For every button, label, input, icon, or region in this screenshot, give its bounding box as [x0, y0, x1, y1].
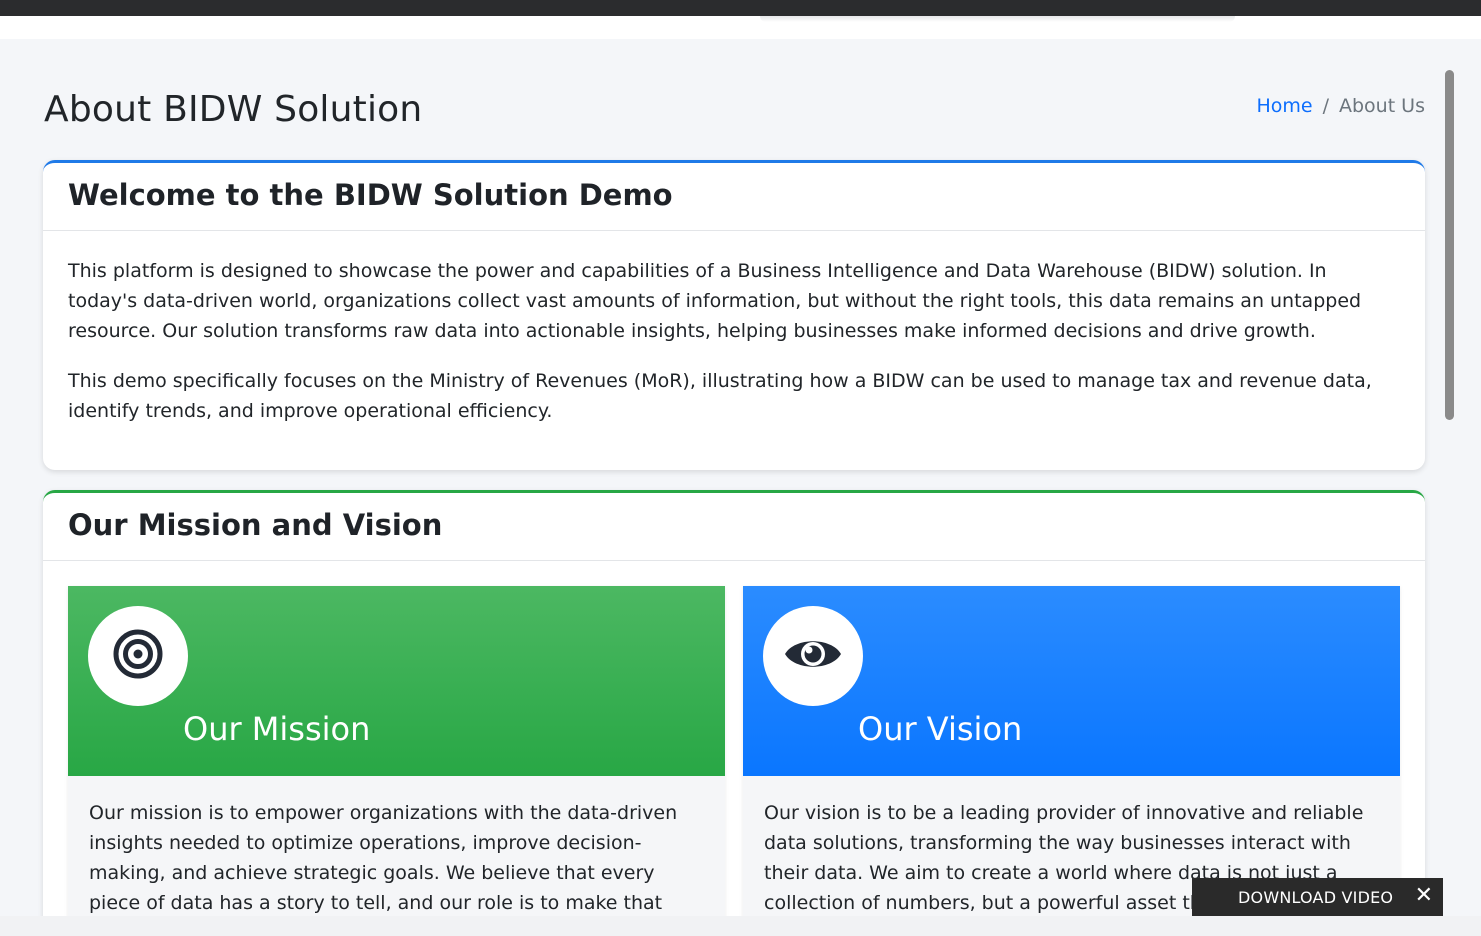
- browser-top-bar: [0, 0, 1481, 16]
- mission-header: Our Mission: [68, 586, 725, 776]
- scrollbar-thumb[interactable]: [1445, 70, 1454, 420]
- vision-title: Our Vision: [858, 710, 1023, 748]
- eye-icon: [783, 632, 843, 680]
- top-bar-shadow: [760, 16, 1235, 22]
- close-icon[interactable]: ✕: [1413, 884, 1435, 908]
- welcome-card-title: Welcome to the BIDW Solution Demo: [68, 177, 673, 212]
- welcome-card: Welcome to the BIDW Solution Demo This p…: [43, 160, 1425, 470]
- mission-text: Our mission is to empower organizations …: [89, 802, 678, 936]
- vision-icon-circle: [763, 606, 863, 706]
- mission-title: Our Mission: [183, 710, 371, 748]
- welcome-card-header: Welcome to the BIDW Solution Demo: [43, 163, 1425, 231]
- welcome-paragraph: This platform is designed to showcase th…: [68, 260, 1362, 342]
- download-video-bar[interactable]: DOWNLOAD VIDEO ✕: [1192, 878, 1443, 916]
- mission-vision-card-header: Our Mission and Vision: [43, 493, 1425, 561]
- welcome-card-body: This platform is designed to showcase th…: [43, 231, 1425, 470]
- vision-header: Our Vision: [743, 586, 1400, 776]
- welcome-paragraph: This demo specifically focuses on the Mi…: [68, 370, 1372, 422]
- breadcrumb-home-link[interactable]: Home: [1256, 95, 1312, 117]
- mission-box: Our Mission Our mission is to empower or…: [68, 586, 725, 936]
- mission-vision-card: Our Mission and Vision Our Mission Our m…: [43, 490, 1425, 936]
- breadcrumb: Home / About Us: [1256, 95, 1425, 117]
- content-area: About BIDW Solution Home / About Us Welc…: [0, 39, 1481, 936]
- mission-icon-circle: [88, 606, 188, 706]
- bottom-strip: [0, 916, 1481, 936]
- breadcrumb-current: About Us: [1338, 95, 1425, 117]
- breadcrumb-separator: /: [1322, 95, 1329, 117]
- mission-vision-card-title: Our Mission and Vision: [68, 507, 443, 542]
- top-strip: [0, 16, 1481, 39]
- download-video-button[interactable]: DOWNLOAD VIDEO: [1238, 888, 1393, 907]
- page-title: About BIDW Solution: [44, 89, 423, 130]
- target-icon: [112, 628, 164, 684]
